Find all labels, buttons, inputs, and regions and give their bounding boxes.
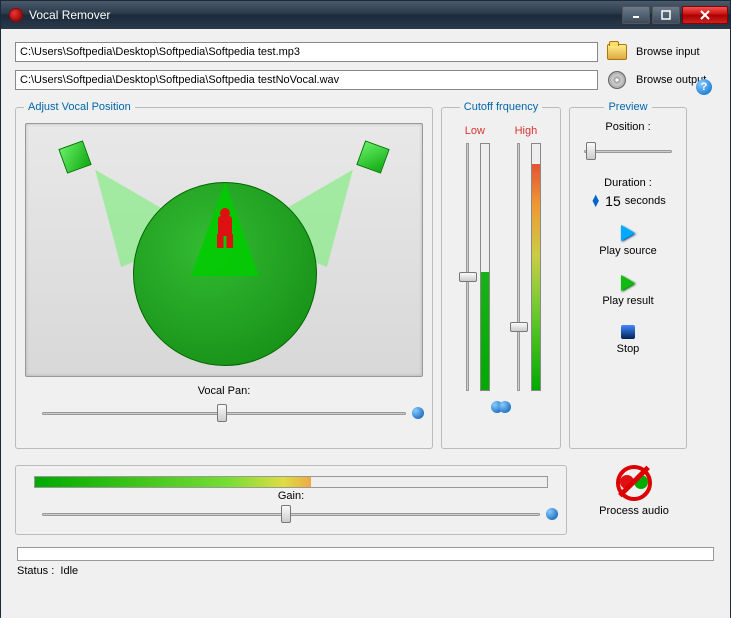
minimize-button[interactable] bbox=[622, 6, 650, 24]
duration-unit: seconds bbox=[625, 195, 666, 207]
input-path-field[interactable] bbox=[15, 42, 598, 62]
high-cutoff-slider[interactable] bbox=[507, 143, 547, 391]
high-label: High bbox=[515, 125, 538, 137]
status-text: Status : Idle bbox=[17, 565, 714, 577]
progress-bar bbox=[17, 547, 714, 561]
vocal-position-visual[interactable] bbox=[25, 123, 423, 377]
output-path-field[interactable] bbox=[15, 70, 598, 90]
low-cutoff-slider[interactable] bbox=[456, 143, 496, 391]
left-speaker-icon bbox=[58, 140, 91, 173]
gain-meter bbox=[34, 476, 548, 488]
help-icon[interactable]: ? bbox=[696, 79, 712, 95]
gain-label: Gain: bbox=[24, 490, 558, 502]
adjust-legend: Adjust Vocal Position bbox=[24, 101, 135, 113]
close-button[interactable] bbox=[682, 6, 728, 24]
preview-legend: Preview bbox=[604, 101, 651, 113]
position-label: Position : bbox=[578, 121, 678, 133]
app-window: Vocal Remover Browse input Browse output… bbox=[0, 0, 731, 617]
reset-cutoff-icon[interactable] bbox=[450, 401, 552, 416]
folder-icon bbox=[606, 41, 628, 63]
maximize-button[interactable] bbox=[652, 6, 680, 24]
position-slider[interactable] bbox=[584, 139, 672, 163]
titlebar[interactable]: Vocal Remover bbox=[1, 1, 730, 29]
right-speaker-icon bbox=[356, 140, 389, 173]
stop-button[interactable]: Stop bbox=[578, 325, 678, 355]
play-source-button[interactable]: Play source bbox=[578, 225, 678, 257]
vocal-pan-slider[interactable] bbox=[42, 401, 406, 425]
gain-slider[interactable] bbox=[42, 502, 540, 526]
preview-group: Preview Position : Duration : ▲▼ 15 seco… bbox=[569, 101, 687, 449]
window-title: Vocal Remover bbox=[29, 8, 622, 22]
duration-spinner[interactable]: ▲▼ bbox=[590, 195, 601, 207]
browse-input-button[interactable]: Browse input bbox=[636, 46, 716, 58]
app-icon bbox=[9, 8, 23, 22]
disk-icon bbox=[606, 69, 628, 91]
reset-pan-icon[interactable] bbox=[412, 407, 424, 419]
vocal-pan-label: Vocal Pan: bbox=[24, 385, 424, 397]
gain-group: Gain: bbox=[15, 465, 567, 535]
play-icon bbox=[621, 275, 635, 291]
adjust-vocal-group: Adjust Vocal Position Vocal Pan: bbox=[15, 101, 433, 449]
cutoff-legend: Cutoff frquency bbox=[460, 101, 542, 113]
cutoff-group: Cutoff frquency Low High bbox=[441, 101, 561, 449]
person-icon[interactable] bbox=[210, 208, 240, 252]
play-result-button[interactable]: Play result bbox=[578, 275, 678, 307]
process-audio-button[interactable]: Process audio bbox=[575, 465, 693, 535]
duration-value: 15 bbox=[605, 193, 621, 209]
reset-gain-icon[interactable] bbox=[546, 508, 558, 520]
play-icon bbox=[621, 225, 635, 241]
duration-label: Duration : bbox=[578, 177, 678, 189]
client-area: Browse input Browse output ? Adjust Voca… bbox=[1, 29, 730, 618]
process-icon bbox=[616, 465, 652, 501]
stop-icon bbox=[621, 325, 635, 339]
low-label: Low bbox=[465, 125, 485, 137]
